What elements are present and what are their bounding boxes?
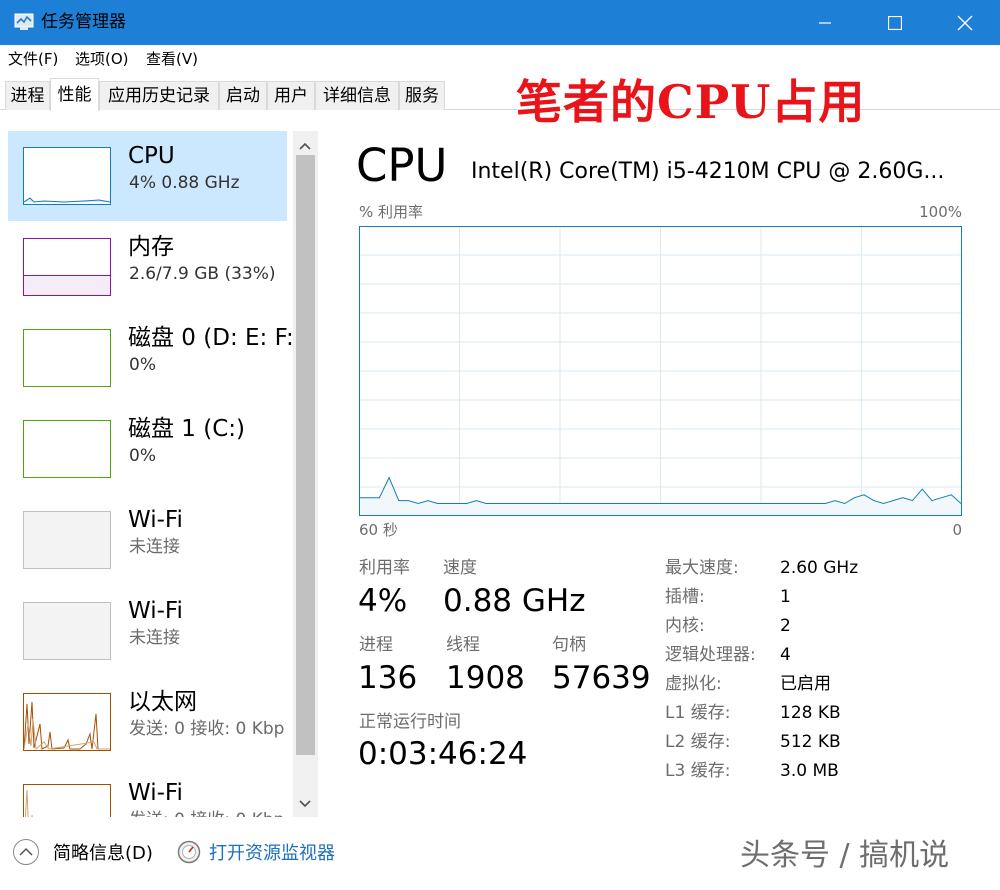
ethernet-thumbnail (23, 693, 111, 751)
spec-value-sockets: 1 (780, 587, 791, 607)
sidebar-item-disk-0[interactable]: 磁盘 0 (D: E: F: 0% (8, 313, 293, 403)
graph-label-time-span: 60 秒 (359, 521, 398, 539)
cpu-usage-graph (359, 226, 962, 516)
minimize-icon (819, 21, 831, 24)
sidebar-item-wifi-3[interactable]: Wi-Fi 发送: 0 接收: 0 Kbp (8, 768, 287, 817)
sidebar-item-wifi-1[interactable]: Wi-Fi 未连接 (8, 495, 287, 585)
cpu-mini-graph (24, 197, 110, 203)
menu-file[interactable]: 文件(F) (8, 49, 58, 69)
spec-value-l3-cache: 3.0 MB (780, 761, 839, 781)
speed-value: 0.88 GHz (443, 583, 586, 619)
sidebar-item-ethernet[interactable]: 以太网 发送: 0 接收: 0 Kbp (8, 677, 287, 767)
handles-label: 句柄 (552, 635, 586, 655)
processes-value: 136 (358, 660, 418, 696)
sidebar-item-sub: 未连接 (129, 537, 180, 557)
maximize-button[interactable] (862, 0, 928, 45)
sidebar-item-name: 以太网 (128, 689, 197, 715)
tab-processes[interactable]: 进程 (5, 81, 50, 110)
spec-value-max-speed: 2.60 GHz (780, 558, 859, 578)
spec-value-l1-cache: 128 KB (780, 703, 841, 723)
sidebar-item-name: 磁盘 0 (D: E: F: (128, 325, 293, 351)
scrollbar-thumb[interactable] (296, 155, 315, 755)
sidebar-item-name: 磁盘 1 (C:) (128, 416, 246, 442)
less-details-link[interactable]: 简略信息(D) (53, 842, 153, 866)
sidebar-item-sub: 发送: 0 接收: 0 Kbp (129, 719, 285, 739)
sidebar-item-cpu[interactable]: CPU 4% 0.88 GHz (8, 131, 287, 221)
threads-label: 线程 (446, 635, 480, 655)
cpu-model-name: Intel(R) Core(TM) i5-4210M CPU @ 2.60G..… (471, 159, 945, 184)
detail-title: CPU (356, 139, 448, 192)
memory-thumbnail (23, 238, 111, 296)
tab-users[interactable]: 用户 (267, 81, 315, 110)
maximize-icon (888, 15, 902, 30)
sidebar-item-wifi-2[interactable]: Wi-Fi 未连接 (8, 586, 287, 676)
sidebar-item-sub: 0% (129, 446, 156, 466)
graph-label-now: 0 (952, 521, 962, 539)
sidebar-item-name: Wi-Fi (128, 598, 183, 624)
sidebar-item-name: Wi-Fi (128, 507, 183, 533)
watermark: 头条号 / 搞机说 (740, 838, 950, 873)
wifi1-thumbnail (23, 511, 111, 569)
spec-label-virtualization: 虚拟化: (665, 674, 722, 694)
sidebar-item-name: 内存 (128, 234, 174, 260)
spec-value-logical-processors: 4 (780, 645, 791, 665)
disk0-thumbnail (23, 329, 111, 387)
spec-value-virtualization: 已启用 (780, 674, 831, 694)
spec-label-l2-cache: L2 缓存: (665, 732, 731, 752)
menu-view[interactable]: 查看(V) (146, 49, 198, 69)
tab-startup[interactable]: 启动 (219, 81, 267, 110)
wifi2-thumbnail (23, 602, 111, 660)
sidebar-item-disk-1[interactable]: 磁盘 1 (C:) 0% (8, 404, 287, 494)
spec-label-logical-processors: 逻辑处理器: (665, 645, 756, 665)
graph-label-max: 100% (919, 203, 962, 221)
sidebar-item-sub: 0% (129, 355, 156, 375)
sidebar-item-sub: 4% 0.88 GHz (129, 173, 240, 193)
spec-label-cores: 内核: (665, 616, 705, 636)
tab-app-history[interactable]: 应用历史记录 (99, 81, 219, 110)
wifi3-mini-graph (24, 789, 33, 817)
tab-details[interactable]: 详细信息 (315, 81, 399, 110)
tab-performance[interactable]: 性能 (50, 78, 99, 111)
sidebar-item-sub: 2.6/7.9 GB (33%) (129, 264, 276, 284)
task-manager-icon (14, 13, 34, 30)
overlay-caption: 笔者的CPU占用 (516, 75, 866, 129)
spec-label-l3-cache: L3 缓存: (665, 761, 731, 781)
cpu-thumbnail (23, 147, 111, 205)
ethernet-mini-graph (24, 701, 110, 750)
memory-fill (24, 275, 110, 295)
spec-value-l2-cache: 512 KB (780, 732, 841, 752)
spec-label-l1-cache: L1 缓存: (665, 703, 731, 723)
window-title: 任务管理器 (41, 12, 126, 32)
tab-services[interactable]: 服务 (399, 81, 445, 110)
utilization-value: 4% (358, 583, 408, 619)
sidebar-item-sub: 发送: 0 接收: 0 Kbp (129, 808, 284, 817)
spec-label-max-speed: 最大速度: (665, 558, 739, 578)
close-icon (957, 15, 973, 30)
graph-label-utilization: % 利用率 (359, 203, 424, 221)
sidebar-item-sub: 未连接 (129, 628, 180, 648)
sidebar-item-name: CPU (128, 143, 175, 169)
wifi3-thumbnail (23, 784, 111, 817)
spec-value-cores: 2 (780, 616, 791, 636)
speed-label: 速度 (443, 558, 477, 578)
disk1-thumbnail (23, 420, 111, 478)
minimize-button[interactable] (792, 0, 858, 45)
open-resource-monitor-link[interactable]: 打开资源监视器 (209, 842, 335, 866)
scroll-up-icon[interactable] (298, 140, 312, 152)
scroll-down-icon[interactable] (298, 798, 312, 810)
sidebar-item-name: Wi-Fi (128, 780, 183, 806)
resource-list: CPU 4% 0.88 GHz 内存 2.6/7.9 GB (33%) 磁盘 0… (0, 131, 293, 817)
spec-label-sockets: 插槽: (665, 587, 705, 607)
close-button[interactable] (932, 0, 998, 45)
sidebar-item-memory[interactable]: 内存 2.6/7.9 GB (33%) (8, 222, 287, 312)
processes-label: 进程 (359, 635, 393, 655)
menu-options[interactable]: 选项(O) (75, 49, 129, 69)
uptime-value: 0:03:46:24 (358, 736, 528, 772)
handles-value: 57639 (552, 660, 651, 696)
resource-monitor-icon[interactable] (177, 840, 201, 864)
uptime-label: 正常运行时间 (359, 712, 461, 732)
utilization-label: 利用率 (359, 558, 410, 578)
chevron-up-icon[interactable] (12, 838, 40, 866)
threads-value: 1908 (446, 660, 525, 696)
